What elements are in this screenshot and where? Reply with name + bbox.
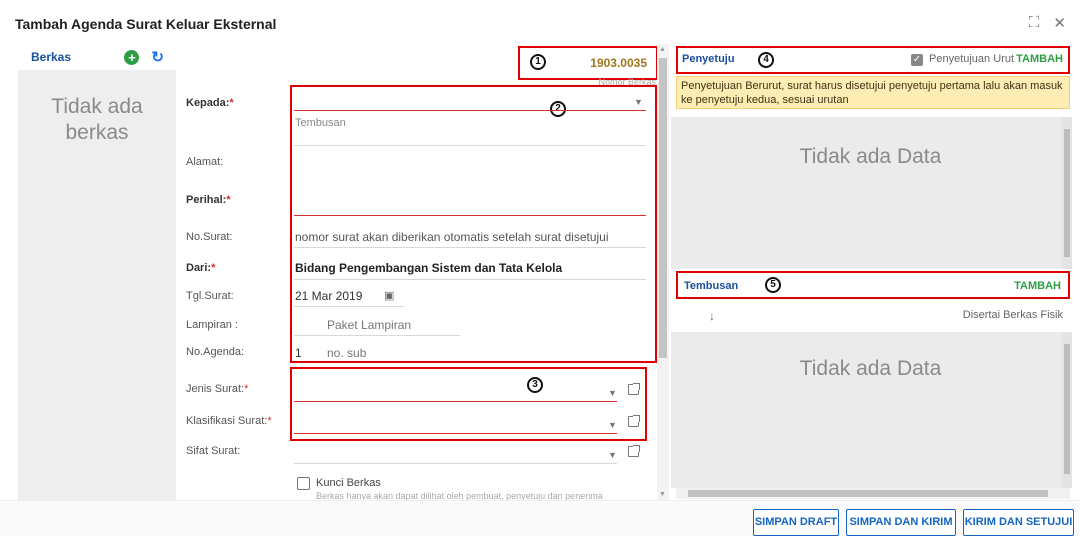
tembusan-list: Tidak ada Data <box>671 332 1070 488</box>
sifat-input[interactable] <box>294 463 617 464</box>
calendar-icon[interactable]: ▣ <box>384 289 394 302</box>
berkas-empty-text: Tidak ada berkas <box>51 95 143 144</box>
refresh-icon[interactable]: ↻ <box>151 48 164 66</box>
klasifikasi-label: Klasifikasi Surat:* <box>186 415 272 427</box>
open-external-icon[interactable] <box>628 415 640 427</box>
annotation-badge-5: 5 <box>765 277 781 293</box>
arrow-down-icon[interactable]: ↓ <box>709 309 715 323</box>
nosurat-label: No.Surat: <box>186 231 233 243</box>
sifat-dropdown-icon[interactable]: ▼ <box>608 450 617 460</box>
lampiran-input[interactable]: Paket Lampiran <box>327 318 411 332</box>
nosub-input[interactable]: no. sub <box>327 346 366 360</box>
tembusan-title: Tembusan <box>684 280 739 292</box>
dialog: Tambah Agenda Surat Keluar Eksternal ⛶ ✕… <box>0 0 1080 536</box>
nosurat-underline <box>294 247 646 248</box>
tembusan-underline <box>294 145 646 146</box>
tgl-label: Tgl.Surat: <box>186 290 234 302</box>
jenis-dropdown-icon[interactable]: ▼ <box>608 388 617 398</box>
perihal-label: Perihal:* <box>186 194 231 206</box>
tembusan-input[interactable]: Tembusan <box>295 117 346 129</box>
kunci-berkas-label: Kunci Berkas <box>316 477 381 489</box>
dari-label: Dari:* <box>186 262 216 274</box>
kepada-dropdown-icon[interactable]: ▼ <box>634 97 643 107</box>
perihal-input[interactable] <box>294 215 646 216</box>
penyetuju-list: Tidak ada Data <box>671 117 1070 269</box>
kirim-dan-setujui-button[interactable]: KIRIM DAN SETUJUI <box>963 509 1074 536</box>
berkas-title: Berkas <box>31 50 72 64</box>
noagenda-value[interactable]: 1 <box>295 346 302 360</box>
lampiran-label: Lampiran : <box>186 319 238 331</box>
nosurat-value: nomor surat akan diberikan otomatis sete… <box>295 230 609 244</box>
jenis-label: Jenis Surat:* <box>186 383 249 395</box>
add-berkas-icon[interactable]: + <box>124 49 140 65</box>
penyetujuan-info: Penyetujuan Berurut, surat harus disetuj… <box>676 76 1070 109</box>
nomor-berkas-value: 1903.0035 <box>590 56 647 70</box>
right-hscrollbar-thumb[interactable] <box>688 490 1048 497</box>
noagenda-label: No.Agenda: <box>186 346 245 358</box>
penyetuju-empty-text: Tidak ada Data <box>799 145 942 168</box>
kunci-berkas-checkbox[interactable] <box>297 477 310 490</box>
disertai-berkas-fisik: Disertai Berkas Fisik <box>962 309 1063 321</box>
dialog-title: Tambah Agenda Surat Keluar Eksternal <box>15 16 277 32</box>
penyetujuan-urut-checkbox[interactable]: ✓ <box>911 54 923 66</box>
tembusan-header: Tembusan TAMBAH <box>676 271 1070 299</box>
annotation-badge-4: 4 <box>758 52 774 68</box>
dari-value: Bidang Pengembangan Sistem dan Tata Kelo… <box>295 261 563 275</box>
tgl-value[interactable]: 21 Mar 2019 <box>295 289 362 303</box>
right-hscrollbar[interactable] <box>676 488 1070 499</box>
berkas-header: Berkas + ↻ <box>18 44 176 70</box>
penyetuju-tambah-button[interactable]: TAMBAH <box>1016 53 1063 65</box>
form-scrollbar[interactable]: ▲ ▼ <box>657 44 669 500</box>
kepada-label: Kepada:* <box>186 97 234 109</box>
penyetuju-header: Penyetuju ✓ Penyetujuan Urut TAMBAH <box>676 46 1070 74</box>
simpan-draft-button[interactable]: SIMPAN DRAFT <box>753 509 839 536</box>
klasifikasi-input[interactable] <box>294 433 617 434</box>
penyetujuan-urut-label: Penyetujuan Urut <box>929 53 1014 65</box>
dari-underline <box>294 279 646 280</box>
jenis-input[interactable] <box>294 401 617 402</box>
penyetuju-scrollbar[interactable] <box>1062 117 1072 269</box>
annotation-badge-3: 3 <box>527 377 543 393</box>
lampiran-underline <box>294 335 460 336</box>
tgl-underline <box>294 306 404 307</box>
tembusan-scrollbar[interactable] <box>1062 332 1072 488</box>
berkas-panel: Berkas + ↻ Tidak ada berkas <box>18 44 176 500</box>
annotation-badge-2: 2 <box>550 101 566 117</box>
sifat-label: Sifat Surat: <box>186 445 241 457</box>
open-external-icon[interactable] <box>628 383 640 395</box>
annotation-badge-1: 1 <box>530 54 546 70</box>
tembusan-empty-text: Tidak ada Data <box>799 357 942 380</box>
tembusan-subheader: ↓ Disertai Berkas Fisik <box>671 304 1071 328</box>
form-scrollbar-thumb[interactable] <box>659 58 667 358</box>
close-icon[interactable]: ✕ <box>1053 14 1066 32</box>
penyetuju-title: Penyetuju <box>682 53 735 65</box>
kepada-input[interactable] <box>294 110 646 111</box>
open-external-icon[interactable] <box>628 445 640 457</box>
klasifikasi-dropdown-icon[interactable]: ▼ <box>608 420 617 430</box>
simpan-dan-kirim-button[interactable]: SIMPAN DAN KIRIM <box>846 509 956 536</box>
window-controls: ⛶ ✕ <box>1029 14 1066 32</box>
tembusan-tambah-button[interactable]: TAMBAH <box>1014 280 1061 292</box>
alamat-label: Alamat: <box>186 156 224 168</box>
annotation-box-3 <box>290 367 647 441</box>
expand-icon[interactable]: ⛶ <box>1029 14 1040 32</box>
